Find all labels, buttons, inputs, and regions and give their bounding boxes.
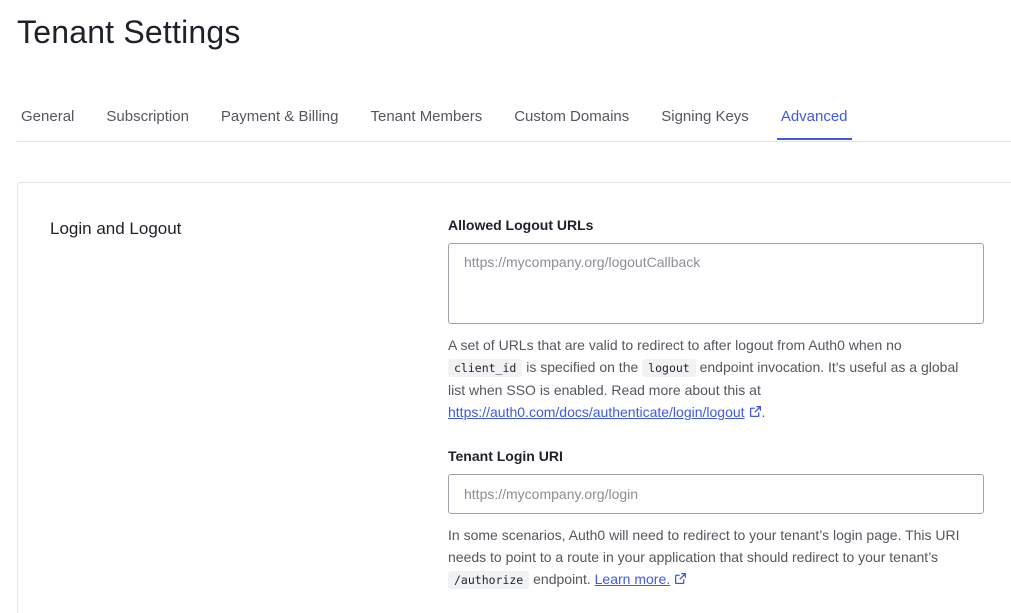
logout-help-text-2: is specified on the	[522, 359, 643, 375]
settings-tabs: General Subscription Payment & Billing T…	[17, 96, 1011, 142]
login-uri-label: Tenant Login URI	[448, 448, 563, 464]
login-logout-form: Allowed Logout URLs A set of URLs that a…	[448, 217, 988, 591]
logout-help-text-1: A set of URLs that are valid to redirect…	[448, 337, 902, 353]
logout-docs-link[interactable]: https://auth0.com/docs/authenticate/logi…	[448, 404, 745, 420]
authorize-code: /authorize	[448, 571, 530, 589]
tab-tenant-members[interactable]: Tenant Members	[366, 96, 486, 139]
tab-advanced[interactable]: Advanced	[776, 96, 852, 140]
tenant-settings-page: Tenant Settings General Subscription Pay…	[0, 0, 1011, 613]
logout-urls-help: A set of URLs that are valid to redirect…	[448, 334, 978, 423]
page-title: Tenant Settings	[17, 14, 241, 50]
tab-signing-keys[interactable]: Signing Keys	[657, 96, 753, 139]
section-title: Login and Logout	[50, 219, 182, 238]
logout-urls-field: Allowed Logout URLs A set of URLs that a…	[448, 217, 988, 423]
external-link-icon[interactable]	[674, 572, 687, 585]
login-help-text-1: In some scenarios, Auth0 will need to re…	[448, 527, 960, 565]
tab-subscription[interactable]: Subscription	[102, 96, 193, 139]
login-uri-input[interactable]	[448, 474, 984, 514]
logout-help-text-4: .	[761, 404, 766, 420]
logout-code: logout	[642, 359, 696, 377]
login-uri-field: Tenant Login URI In some scenarios, Auth…	[448, 448, 988, 591]
tab-general[interactable]: General	[17, 96, 78, 139]
login-logout-card: Login and Logout Allowed Logout URLs A s…	[17, 182, 1011, 613]
learn-more-link[interactable]: Learn more.	[595, 571, 670, 587]
tab-payment-billing[interactable]: Payment & Billing	[217, 96, 343, 139]
logout-urls-textarea[interactable]	[448, 243, 984, 324]
logout-urls-label: Allowed Logout URLs	[448, 217, 594, 233]
client-id-code: client_id	[448, 359, 523, 377]
login-uri-help: In some scenarios, Auth0 will need to re…	[448, 524, 978, 591]
tab-custom-domains[interactable]: Custom Domains	[510, 96, 633, 139]
external-link-icon[interactable]	[749, 405, 762, 418]
login-help-text-2: endpoint.	[529, 571, 595, 587]
